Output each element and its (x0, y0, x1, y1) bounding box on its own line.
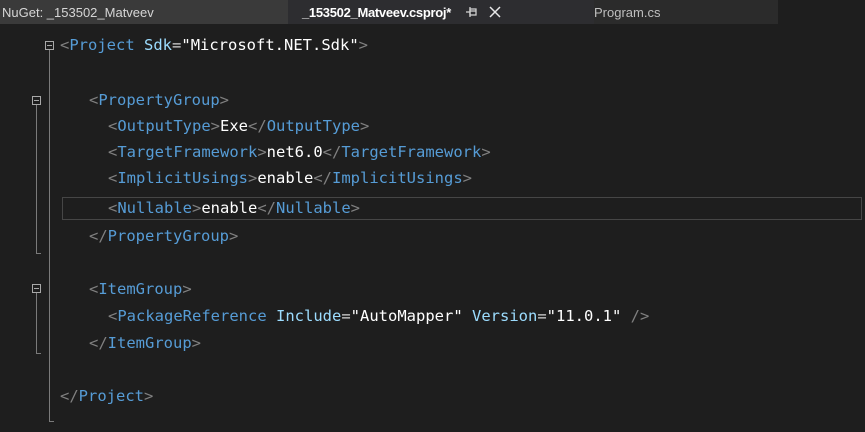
fold-guide-line (36, 293, 37, 353)
bracket: < (108, 307, 118, 325)
document-tab-bar: NuGet: _153502_Matveev _153502_Matveev.c… (0, 0, 865, 24)
bracket: </ (313, 169, 333, 187)
bracket: > (191, 334, 202, 352)
xml-text: enable (201, 199, 258, 217)
tab-nuget-label: NuGet: _153502_Matveev (2, 4, 154, 20)
xml-tag: Project (69, 36, 135, 54)
fold-guide-end (36, 253, 41, 254)
fold-guide-end (36, 353, 41, 354)
close-icon[interactable] (489, 6, 501, 18)
xml-tag: Nullable (117, 199, 192, 217)
bracket: </ (248, 117, 267, 135)
code-line: <PackageReference Include="AutoMapper" V… (108, 304, 649, 329)
tab-program-label: Program.cs (594, 4, 661, 20)
xml-tag: TargetFramework (341, 143, 482, 161)
bracket: > (248, 169, 258, 187)
bracket: > (144, 387, 154, 405)
bracket: > (210, 117, 221, 135)
collapse-icon[interactable] (45, 41, 54, 50)
bracket: < (89, 280, 99, 298)
xml-tag: ImplicitUsings (332, 169, 463, 187)
bracket: </ (89, 334, 108, 352)
bracket: > (257, 143, 267, 161)
xml-tag: ImplicitUsings (117, 169, 248, 187)
bracket: </ (89, 227, 108, 245)
code-line: <Project Sdk="Microsoft.NET.Sdk"> (60, 33, 368, 58)
xml-tag: ItemGroup (98, 280, 183, 298)
bracket: > (360, 117, 370, 135)
fold-guide-line (49, 50, 50, 422)
equals: = (341, 307, 351, 325)
bracket: > (192, 199, 202, 217)
tab-program[interactable]: Program.cs (594, 0, 778, 24)
xml-tag: TargetFramework (117, 143, 258, 161)
bracket: < (108, 117, 118, 135)
xml-tag: ItemGroup (107, 334, 192, 352)
xml-text: Exe (220, 117, 249, 135)
xml-attribute: Include (276, 307, 342, 325)
pin-icon[interactable] (465, 5, 479, 19)
bracket: > (462, 169, 473, 187)
tab-nuget[interactable]: NuGet: _153502_Matveev (0, 0, 288, 24)
equals: = (537, 307, 547, 325)
bracket: </ (322, 143, 342, 161)
code-editor[interactable]: <Project Sdk="Microsoft.NET.Sdk"> <Prope… (0, 24, 865, 432)
xml-tag: PropertyGroup (98, 91, 220, 109)
code-line: <ImplicitUsings>enable</ImplicitUsings> (108, 166, 472, 191)
outlining-margin (0, 24, 62, 432)
bracket: > (481, 143, 491, 161)
bracket: < (60, 36, 70, 54)
bracket: /> (630, 307, 650, 325)
collapse-icon[interactable] (32, 284, 41, 293)
xml-tag: PackageReference (117, 307, 267, 325)
code-line: <OutputType>Exe</OutputType> (108, 114, 369, 139)
xml-attribute: Sdk (144, 36, 173, 54)
bracket: > (219, 91, 230, 109)
equals: = (172, 36, 182, 54)
fold-guide-line (36, 105, 37, 253)
xml-attribute-value: "Microsoft.NET.Sdk" (181, 36, 359, 54)
code-line: </Project> (60, 384, 153, 409)
tab-bar-empty-area (778, 0, 865, 24)
bracket: > (229, 227, 239, 245)
bracket: < (108, 199, 118, 217)
xml-tag: Nullable (276, 199, 351, 217)
xml-text: net6.0 (266, 143, 323, 161)
tab-csproj-label: _153502_Matveev.csproj* (302, 4, 451, 20)
xml-attribute-value: "11.0.1" (546, 307, 622, 325)
code-line: </PropertyGroup> (89, 224, 238, 249)
tab-csproj[interactable]: _153502_Matveev.csproj* (288, 0, 594, 24)
xml-text: enable (257, 169, 314, 187)
code-line: <PropertyGroup> (89, 88, 229, 113)
code-line: <ItemGroup> (89, 277, 192, 302)
xml-attribute: Version (472, 307, 538, 325)
bracket: </ (60, 387, 79, 405)
bracket: < (89, 91, 99, 109)
bracket: </ (257, 199, 277, 217)
xml-tag: OutputType (117, 117, 211, 135)
code-line: <TargetFramework>net6.0</TargetFramework… (108, 140, 491, 165)
bracket: < (108, 143, 118, 161)
tab-csproj-actions (465, 5, 511, 19)
fold-guide-end (49, 421, 54, 422)
xml-tag: Project (78, 387, 144, 405)
collapse-icon[interactable] (32, 96, 41, 105)
bracket: < (108, 169, 118, 187)
code-line: <Nullable>enable</Nullable> (108, 196, 360, 221)
visual-studio-window: NuGet: _153502_Matveev _153502_Matveev.c… (0, 0, 865, 432)
xml-tag: OutputType (266, 117, 361, 135)
bracket: > (350, 199, 361, 217)
bracket: > (182, 280, 192, 298)
bracket: > (358, 36, 369, 54)
xml-tag: PropertyGroup (107, 227, 229, 245)
code-line: </ItemGroup> (89, 331, 201, 356)
xml-attribute-value: "AutoMapper" (350, 307, 463, 325)
